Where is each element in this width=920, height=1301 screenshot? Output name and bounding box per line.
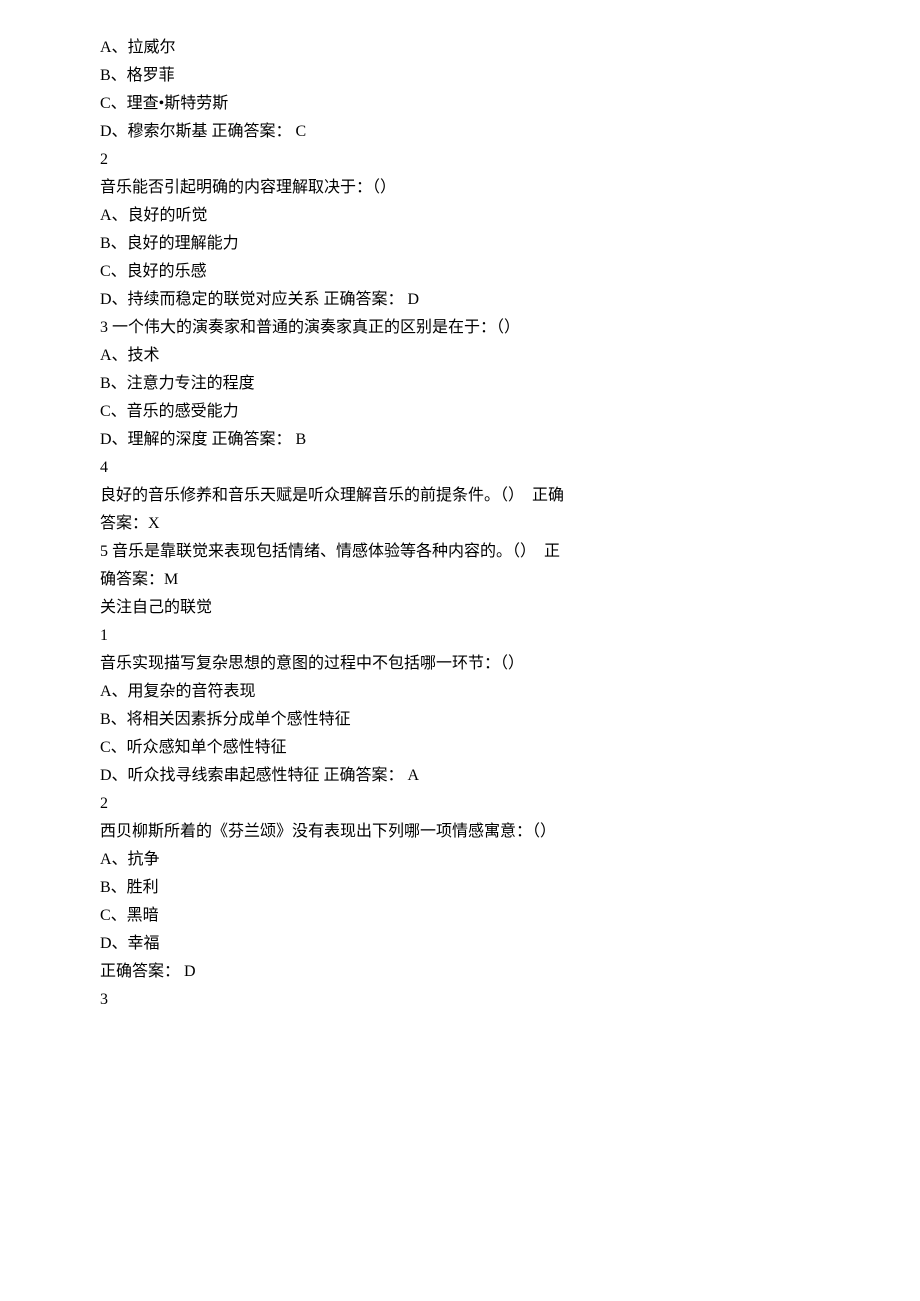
- text-line: 确答案：M: [100, 566, 820, 594]
- text-line: C、听众感知单个感性特征: [100, 734, 820, 762]
- text-line: C、音乐的感受能力: [100, 398, 820, 426]
- text-line: 3: [100, 986, 820, 1014]
- text-line: D、持续而稳定的联觉对应关系 正确答案： D: [100, 286, 820, 314]
- text-line: 西贝柳斯所着的《芬兰颂》没有表现出下列哪一项情感寓意：（）: [100, 818, 820, 846]
- text-line: A、用复杂的音符表现: [100, 678, 820, 706]
- text-line: 1: [100, 622, 820, 650]
- text-line: A、技术: [100, 342, 820, 370]
- text-line: C、理查•斯特劳斯: [100, 90, 820, 118]
- text-line: 音乐实现描写复杂思想的意图的过程中不包括哪一环节：（）: [100, 650, 820, 678]
- text-line: A、抗争: [100, 846, 820, 874]
- text-line: 关注自己的联觉: [100, 594, 820, 622]
- text-line: A、良好的听觉: [100, 202, 820, 230]
- text-line: 4: [100, 454, 820, 482]
- text-line: D、理解的深度 正确答案： B: [100, 426, 820, 454]
- text-line: 5 音乐是靠联觉来表现包括情绪、情感体验等各种内容的。（） 正: [100, 538, 820, 566]
- text-line: C、黑暗: [100, 902, 820, 930]
- text-line: D、穆索尔斯基 正确答案： C: [100, 118, 820, 146]
- text-line: D、听众找寻线索串起感性特征 正确答案： A: [100, 762, 820, 790]
- text-line: D、幸福: [100, 930, 820, 958]
- text-line: 正确答案： D: [100, 958, 820, 986]
- text-line: B、格罗菲: [100, 62, 820, 90]
- text-line: B、良好的理解能力: [100, 230, 820, 258]
- text-line: B、胜利: [100, 874, 820, 902]
- text-line: B、将相关因素拆分成单个感性特征: [100, 706, 820, 734]
- text-line: 2: [100, 790, 820, 818]
- text-line: B、注意力专注的程度: [100, 370, 820, 398]
- text-line: 答案：X: [100, 510, 820, 538]
- text-line: 3 一个伟大的演奏家和普通的演奏家真正的区别是在于：（）: [100, 314, 820, 342]
- text-line: C、良好的乐感: [100, 258, 820, 286]
- text-line: A、拉威尔: [100, 34, 820, 62]
- document-page: A、拉威尔 B、格罗菲 C、理查•斯特劳斯 D、穆索尔斯基 正确答案： C 2 …: [0, 0, 920, 1301]
- text-line: 2: [100, 146, 820, 174]
- text-line: 良好的音乐修养和音乐天赋是听众理解音乐的前提条件。（） 正确: [100, 482, 820, 510]
- text-line: 音乐能否引起明确的内容理解取决于：（）: [100, 174, 820, 202]
